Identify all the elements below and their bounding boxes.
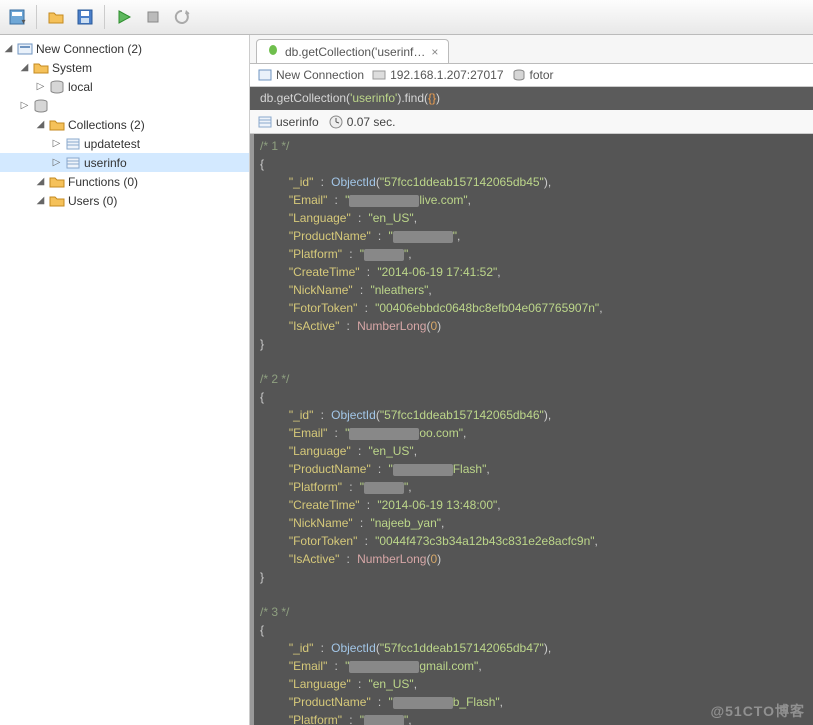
query-input-bar[interactable]: db.getCollection('userinfo').find({}) xyxy=(250,87,813,110)
database-icon xyxy=(49,79,65,95)
server-icon xyxy=(17,41,33,57)
expand-icon[interactable]: ▷ xyxy=(50,156,63,169)
content-area: db.getCollection('userinf… × New Connect… xyxy=(250,35,813,725)
crumb-db: fotor xyxy=(512,68,554,82)
collapse-icon[interactable]: ◢ xyxy=(34,194,47,207)
crumb-connection: New Connection xyxy=(258,68,364,82)
tree-local-db[interactable]: ▷ local xyxy=(0,77,249,96)
collapse-icon[interactable]: ◢ xyxy=(34,175,47,188)
close-icon[interactable]: × xyxy=(431,45,438,59)
crumb-host: 192.168.1.207:27017 xyxy=(372,68,503,82)
main-area: ◢ New Connection (2) ◢ System ▷ local ▷ … xyxy=(0,35,813,725)
open-button[interactable] xyxy=(43,4,69,30)
tab-bar: db.getCollection('userinf… × xyxy=(250,35,813,63)
tree-collection-updatetest[interactable]: ▷ updatetest xyxy=(0,134,249,153)
tree-system[interactable]: ◢ System xyxy=(0,58,249,77)
status-time: 0.07 sec. xyxy=(329,115,396,129)
navigation-tree[interactable]: ◢ New Connection (2) ◢ System ▷ local ▷ … xyxy=(0,35,250,725)
result-status-bar: userinfo 0.07 sec. xyxy=(250,110,813,134)
refresh-button[interactable] xyxy=(169,4,195,30)
status-collection: userinfo xyxy=(258,115,319,129)
crumb-text: 192.168.1.207:27017 xyxy=(390,68,503,82)
tree-collections[interactable]: ◢ Collections (2) xyxy=(0,115,249,134)
folder-icon xyxy=(49,193,65,209)
main-toolbar: ▾ xyxy=(0,0,813,35)
status-text: userinfo xyxy=(276,115,319,129)
collapse-icon[interactable]: ◢ xyxy=(34,118,47,131)
crumb-text: New Connection xyxy=(276,68,364,82)
run-button[interactable] xyxy=(111,4,137,30)
leaf-icon xyxy=(267,44,279,59)
tab-title: db.getCollection('userinf… xyxy=(285,45,425,59)
tree-label: Functions (0) xyxy=(68,175,138,189)
folder-icon xyxy=(33,60,49,76)
folder-icon xyxy=(49,174,65,190)
tree-hidden-db[interactable]: ▷ xyxy=(0,96,249,115)
query-obj: {} xyxy=(428,91,436,105)
tree-label: Collections (2) xyxy=(68,118,145,132)
tree-label: userinfo xyxy=(84,156,127,170)
collection-icon xyxy=(65,155,81,171)
tree-label-hidden xyxy=(52,100,102,112)
server-button[interactable]: ▾ xyxy=(4,4,30,30)
folder-icon xyxy=(49,117,65,133)
query-text: ).find( xyxy=(397,91,428,105)
expand-icon[interactable]: ▷ xyxy=(50,137,63,150)
tree-label: updatetest xyxy=(84,137,140,151)
toolbar-separator xyxy=(36,5,37,29)
tree-collection-userinfo[interactable]: ▷ userinfo xyxy=(0,153,249,172)
expand-icon[interactable]: ▷ xyxy=(18,99,31,112)
crumb-text: fotor xyxy=(530,68,554,82)
status-text: 0.07 sec. xyxy=(347,115,396,129)
breadcrumb-bar: New Connection 192.168.1.207:27017 fotor xyxy=(250,63,813,87)
collapse-icon[interactable]: ◢ xyxy=(2,42,15,55)
tree-label: Users (0) xyxy=(68,194,117,208)
expand-icon[interactable]: ▷ xyxy=(34,80,47,93)
query-text: db.getCollection( xyxy=(260,91,350,105)
collapse-icon[interactable]: ◢ xyxy=(18,61,31,74)
collection-icon xyxy=(65,136,81,152)
result-editor[interactable]: /* 1 */ { "_id" : ObjectId("57fcc1ddeab1… xyxy=(250,134,813,725)
save-button[interactable] xyxy=(72,4,98,30)
database-icon xyxy=(33,98,49,114)
tree-connection[interactable]: ◢ New Connection (2) xyxy=(0,39,249,58)
tree-label: System xyxy=(52,61,92,75)
query-arg: 'userinfo' xyxy=(350,91,397,105)
toolbar-separator xyxy=(104,5,105,29)
tree-label: local xyxy=(68,80,93,94)
tree-users[interactable]: ◢ Users (0) xyxy=(0,191,249,210)
query-text: ) xyxy=(436,91,440,105)
tree-label: New Connection (2) xyxy=(36,42,142,56)
tree-functions[interactable]: ◢ Functions (0) xyxy=(0,172,249,191)
stop-button[interactable] xyxy=(140,4,166,30)
tab-query[interactable]: db.getCollection('userinf… × xyxy=(256,39,449,63)
